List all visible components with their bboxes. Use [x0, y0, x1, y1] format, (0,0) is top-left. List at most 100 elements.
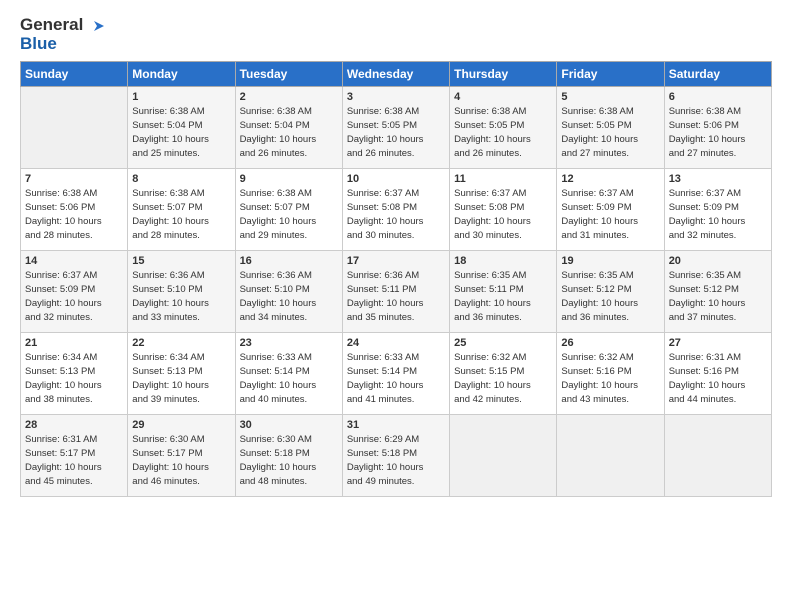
day-info: Sunrise: 6:31 AMSunset: 5:17 PMDaylight:… — [25, 433, 123, 488]
day-info: Sunrise: 6:37 AMSunset: 5:08 PMDaylight:… — [454, 187, 552, 242]
day-number: 25 — [454, 337, 552, 349]
day-info: Sunrise: 6:30 AMSunset: 5:17 PMDaylight:… — [132, 433, 230, 488]
day-info: Sunrise: 6:37 AMSunset: 5:09 PMDaylight:… — [669, 187, 767, 242]
calendar-cell: 11 Sunrise: 6:37 AMSunset: 5:08 PMDayligh… — [450, 169, 557, 251]
calendar-cell: 4 Sunrise: 6:38 AMSunset: 5:05 PMDaylight… — [450, 87, 557, 169]
calendar-week-2: 7 Sunrise: 6:38 AMSunset: 5:06 PMDaylight… — [21, 169, 772, 251]
column-header-sunday: Sunday — [21, 62, 128, 87]
calendar-cell: 16 Sunrise: 6:36 AMSunset: 5:10 PMDayligh… — [235, 251, 342, 333]
day-number: 5 — [561, 91, 659, 103]
calendar-cell: 9Sunrise: 6:38 AMSunset: 5:07 PMDaylight… — [235, 169, 342, 251]
day-number: 24 — [347, 337, 445, 349]
day-number: 10 — [347, 173, 445, 185]
day-number: 4 — [454, 91, 552, 103]
column-header-thursday: Thursday — [450, 62, 557, 87]
calendar-week-3: 14 Sunrise: 6:37 AMSunset: 5:09 PMDayligh… — [21, 251, 772, 333]
page-container: General Blue SundayMondayTuesdayWednesda… — [0, 0, 792, 507]
day-number: 13 — [669, 173, 767, 185]
day-number: 28 — [25, 419, 123, 431]
day-number: 15 — [132, 255, 230, 267]
calendar-cell: 18 Sunrise: 6:35 AMSunset: 5:11 PMDayligh… — [450, 251, 557, 333]
calendar-cell: 17 Sunrise: 6:36 AMSunset: 5:11 PMDayligh… — [342, 251, 449, 333]
day-info: Sunrise: 6:36 AMSunset: 5:10 PMDaylight:… — [240, 269, 338, 324]
day-info: Sunrise: 6:35 AMSunset: 5:11 PMDaylight:… — [454, 269, 552, 324]
day-number: 2 — [240, 91, 338, 103]
day-info: Sunrise: 6:32 AMSunset: 5:16 PMDaylight:… — [561, 351, 659, 406]
calendar-cell: 6Sunrise: 6:38 AMSunset: 5:06 PMDaylight… — [664, 87, 771, 169]
day-info: Sunrise: 6:38 AMSunset: 5:04 PMDaylight:… — [132, 105, 230, 160]
day-number: 18 — [454, 255, 552, 267]
day-info: Sunrise: 6:29 AMSunset: 5:18 PMDaylight:… — [347, 433, 445, 488]
day-number: 19 — [561, 255, 659, 267]
calendar-cell: 31 Sunrise: 6:29 AMSunset: 5:18 PMDayligh… — [342, 415, 449, 497]
calendar-week-5: 28 Sunrise: 6:31 AMSunset: 5:17 PMDayligh… — [21, 415, 772, 497]
calendar-cell — [450, 415, 557, 497]
day-number: 22 — [132, 337, 230, 349]
day-info: Sunrise: 6:34 AMSunset: 5:13 PMDaylight:… — [25, 351, 123, 406]
calendar-cell: 1 Sunrise: 6:38 AMSunset: 5:04 PMDaylight… — [128, 87, 235, 169]
calendar-cell: 28 Sunrise: 6:31 AMSunset: 5:17 PMDayligh… — [21, 415, 128, 497]
day-number: 23 — [240, 337, 338, 349]
day-info: Sunrise: 6:33 AMSunset: 5:14 PMDaylight:… — [347, 351, 445, 406]
calendar-cell: 12Sunrise: 6:37 AMSunset: 5:09 PMDayligh… — [557, 169, 664, 251]
day-info: Sunrise: 6:35 AMSunset: 5:12 PMDaylight:… — [561, 269, 659, 324]
calendar-week-4: 21Sunrise: 6:34 AMSunset: 5:13 PMDayligh… — [21, 333, 772, 415]
calendar-cell: 30Sunrise: 6:30 AMSunset: 5:18 PMDayligh… — [235, 415, 342, 497]
day-number: 31 — [347, 419, 445, 431]
header-row: SundayMondayTuesdayWednesdayThursdayFrid… — [21, 62, 772, 87]
calendar-cell: 29 Sunrise: 6:30 AMSunset: 5:17 PMDayligh… — [128, 415, 235, 497]
day-info: Sunrise: 6:33 AMSunset: 5:14 PMDaylight:… — [240, 351, 338, 406]
calendar-cell: 24 Sunrise: 6:33 AMSunset: 5:14 PMDayligh… — [342, 333, 449, 415]
calendar-cell: 3 Sunrise: 6:38 AMSunset: 5:05 PMDaylight… — [342, 87, 449, 169]
calendar-cell: 15 Sunrise: 6:36 AMSunset: 5:10 PMDayligh… — [128, 251, 235, 333]
day-number: 20 — [669, 255, 767, 267]
calendar-cell: 20 Sunrise: 6:35 AMSunset: 5:12 PMDayligh… — [664, 251, 771, 333]
day-number: 11 — [454, 173, 552, 185]
day-number: 30 — [240, 419, 338, 431]
day-info: Sunrise: 6:32 AMSunset: 5:15 PMDaylight:… — [454, 351, 552, 406]
calendar-header: SundayMondayTuesdayWednesdayThursdayFrid… — [21, 62, 772, 87]
logo-text: General Blue — [20, 16, 106, 53]
day-number: 16 — [240, 255, 338, 267]
day-number: 3 — [347, 91, 445, 103]
day-number: 27 — [669, 337, 767, 349]
day-number: 7 — [25, 173, 123, 185]
column-header-saturday: Saturday — [664, 62, 771, 87]
day-number: 26 — [561, 337, 659, 349]
day-number: 14 — [25, 255, 123, 267]
calendar-table: SundayMondayTuesdayWednesdayThursdayFrid… — [20, 61, 772, 497]
calendar-cell: 13 Sunrise: 6:37 AMSunset: 5:09 PMDayligh… — [664, 169, 771, 251]
day-number: 9 — [240, 173, 338, 185]
column-header-wednesday: Wednesday — [342, 62, 449, 87]
calendar-cell: 5Sunrise: 6:38 AMSunset: 5:05 PMDaylight… — [557, 87, 664, 169]
day-info: Sunrise: 6:37 AMSunset: 5:09 PMDaylight:… — [25, 269, 123, 324]
calendar-cell: 2 Sunrise: 6:38 AMSunset: 5:04 PMDaylight… — [235, 87, 342, 169]
calendar-cell: 27 Sunrise: 6:31 AMSunset: 5:16 PMDayligh… — [664, 333, 771, 415]
calendar-cell — [21, 87, 128, 169]
day-info: Sunrise: 6:38 AMSunset: 5:05 PMDaylight:… — [454, 105, 552, 160]
day-info: Sunrise: 6:34 AMSunset: 5:13 PMDaylight:… — [132, 351, 230, 406]
calendar-cell: 10Sunrise: 6:37 AMSunset: 5:08 PMDayligh… — [342, 169, 449, 251]
day-info: Sunrise: 6:38 AMSunset: 5:07 PMDaylight:… — [132, 187, 230, 242]
calendar-cell: 19 Sunrise: 6:35 AMSunset: 5:12 PMDayligh… — [557, 251, 664, 333]
day-info: Sunrise: 6:36 AMSunset: 5:11 PMDaylight:… — [347, 269, 445, 324]
calendar-cell — [557, 415, 664, 497]
day-info: Sunrise: 6:31 AMSunset: 5:16 PMDaylight:… — [669, 351, 767, 406]
calendar-cell: 25 Sunrise: 6:32 AMSunset: 5:15 PMDayligh… — [450, 333, 557, 415]
page-header: General Blue — [20, 16, 772, 53]
column-header-friday: Friday — [557, 62, 664, 87]
day-info: Sunrise: 6:35 AMSunset: 5:12 PMDaylight:… — [669, 269, 767, 324]
day-info: Sunrise: 6:36 AMSunset: 5:10 PMDaylight:… — [132, 269, 230, 324]
day-info: Sunrise: 6:38 AMSunset: 5:06 PMDaylight:… — [25, 187, 123, 242]
day-number: 1 — [132, 91, 230, 103]
day-info: Sunrise: 6:38 AMSunset: 5:06 PMDaylight:… — [669, 105, 767, 160]
day-info: Sunrise: 6:38 AMSunset: 5:04 PMDaylight:… — [240, 105, 338, 160]
calendar-cell: 22 Sunrise: 6:34 AMSunset: 5:13 PMDayligh… — [128, 333, 235, 415]
calendar-cell: 26 Sunrise: 6:32 AMSunset: 5:16 PMDayligh… — [557, 333, 664, 415]
calendar-cell: 14 Sunrise: 6:37 AMSunset: 5:09 PMDayligh… — [21, 251, 128, 333]
day-number: 17 — [347, 255, 445, 267]
day-info: Sunrise: 6:38 AMSunset: 5:05 PMDaylight:… — [347, 105, 445, 160]
logo-bird-icon — [88, 17, 106, 35]
day-number: 29 — [132, 419, 230, 431]
calendar-cell — [664, 415, 771, 497]
